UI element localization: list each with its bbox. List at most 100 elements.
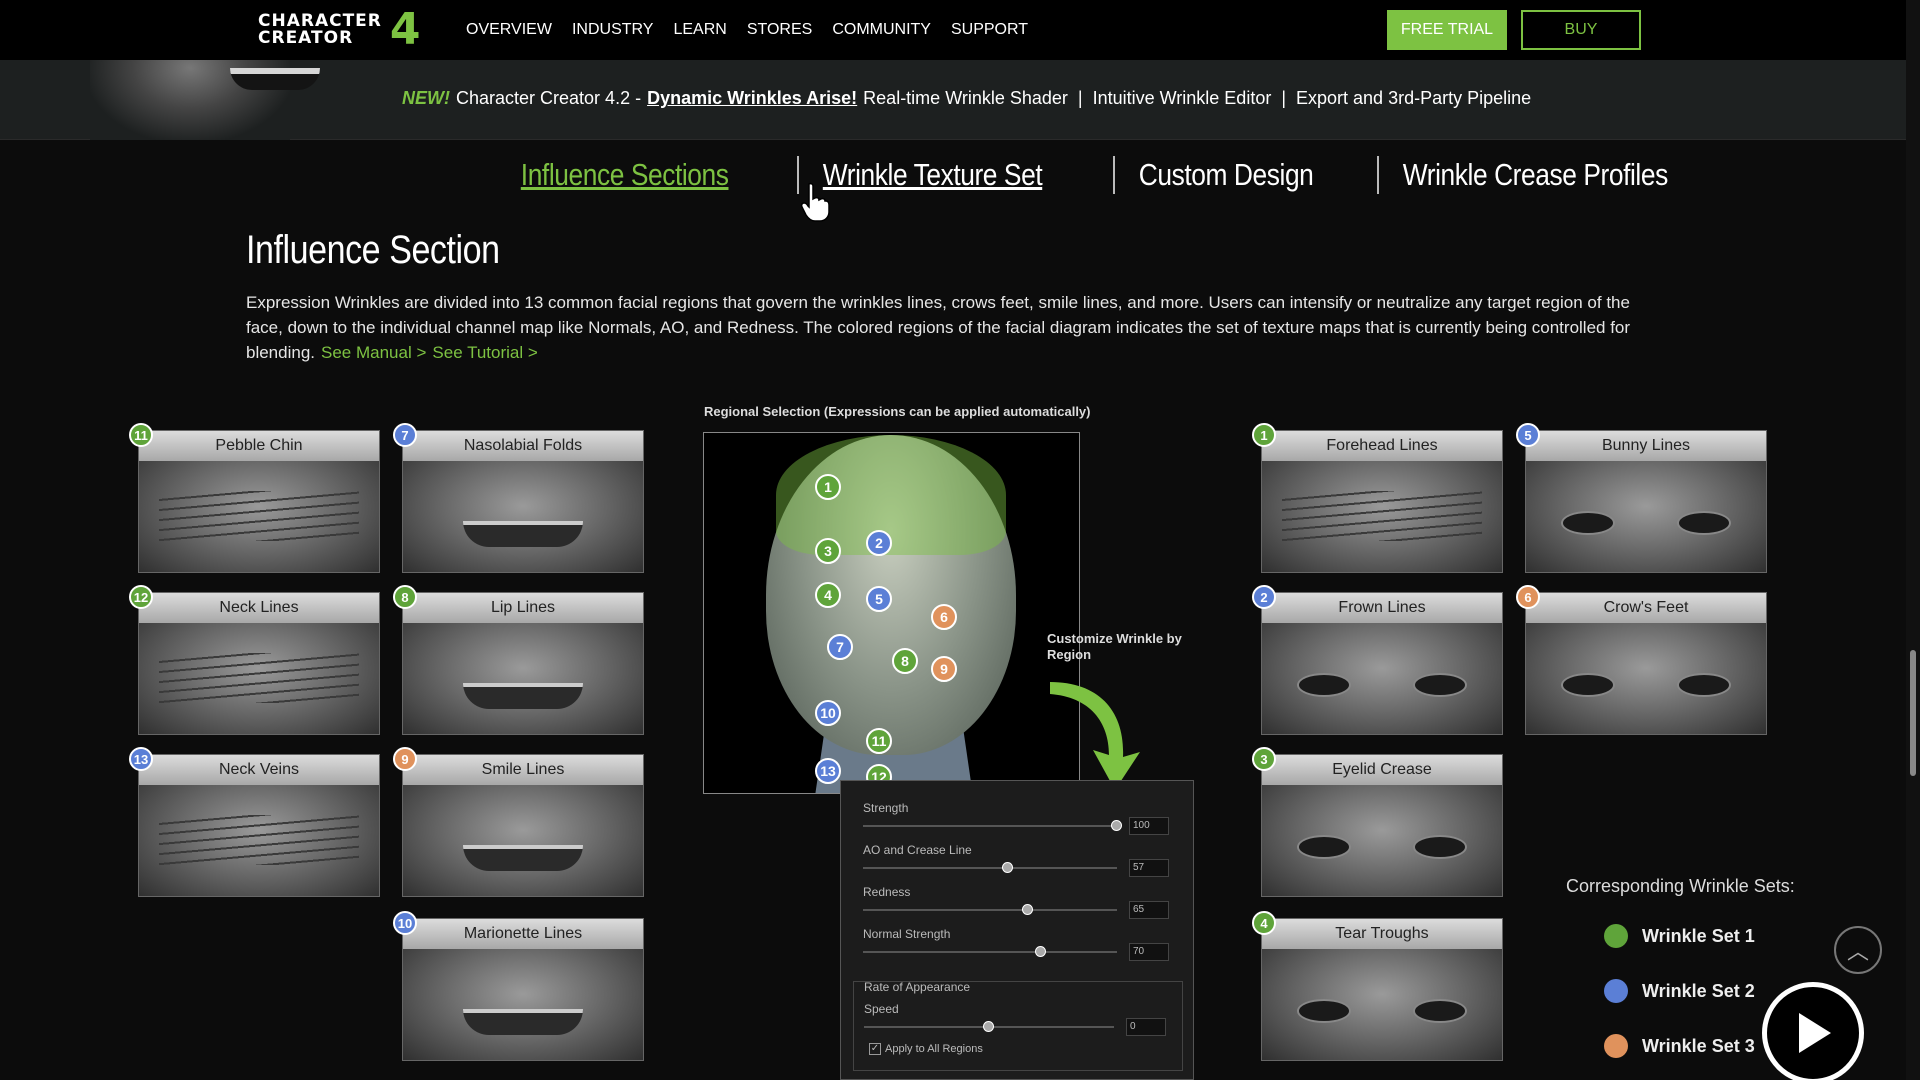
region-card-eyelid-crease[interactable]: Eyelid Crease	[1261, 754, 1503, 897]
slider-row: Normal Strength 70	[863, 927, 1183, 961]
play-icon	[1799, 1013, 1831, 1053]
logo-line-2: CREATOR	[258, 28, 354, 48]
region-number-badge: 1	[1252, 423, 1276, 447]
tab-wrinkle-texture-set[interactable]: Wrinkle Texture Set	[799, 157, 1066, 193]
region-card-lip-lines[interactable]: Lip Lines	[402, 592, 644, 735]
speed-value-field[interactable]: 0	[1126, 1018, 1166, 1036]
face-region-marker[interactable]: 5	[866, 586, 892, 612]
scrollbar-thumb[interactable]	[1910, 650, 1916, 776]
region-number-badge: 2	[1252, 585, 1276, 609]
nav-support[interactable]: SUPPORT	[951, 21, 1028, 39]
region-card-forehead-lines[interactable]: Forehead Lines	[1261, 430, 1503, 573]
region-card-frown-lines[interactable]: Frown Lines	[1261, 592, 1503, 735]
nav-community[interactable]: COMMUNITY	[832, 21, 931, 39]
slider-label: AO and Crease Line	[863, 843, 972, 857]
back-to-top-button[interactable]: ︿	[1834, 926, 1882, 974]
logo[interactable]: CHARACTER CREATOR 4	[258, 8, 421, 52]
region-card-image	[139, 623, 379, 734]
main-menu: OVERVIEW INDUSTRY LEARN STORES COMMUNITY…	[466, 0, 1028, 60]
tab-custom-design[interactable]: Custom Design	[1115, 157, 1337, 193]
nav-industry[interactable]: INDUSTRY	[572, 21, 654, 39]
page-scrollbar[interactable]	[1906, 0, 1920, 1080]
region-card-neck-lines[interactable]: Neck Lines	[138, 592, 380, 735]
slider-handle[interactable]	[1034, 946, 1046, 957]
face-region-marker[interactable]: 10	[815, 700, 841, 726]
banner-link[interactable]: Dynamic Wrinkles Arise!	[647, 88, 857, 109]
checkbox-check-icon: ✓	[869, 1043, 881, 1055]
region-card-image	[1262, 461, 1502, 572]
slider-value-field[interactable]: 100	[1129, 817, 1169, 835]
region-card-title: Marionette Lines	[403, 919, 643, 949]
region-card-pebble-chin[interactable]: Pebble Chin	[138, 430, 380, 573]
legend-dot-icon	[1604, 979, 1628, 1003]
rate-of-appearance-label: Rate of Appearance	[864, 980, 971, 994]
region-card-image	[403, 623, 643, 734]
diagram-label: Regional Selection (Expressions can be a…	[704, 404, 1091, 419]
slider-row: Redness 65	[863, 885, 1183, 919]
region-number-badge: 12	[129, 585, 153, 609]
nav-stores[interactable]: STORES	[747, 21, 813, 39]
region-card-crow-s-feet[interactable]: Crow's Feet	[1525, 592, 1767, 735]
region-card-tear-troughs[interactable]: Tear Troughs	[1261, 918, 1503, 1061]
wrinkle-settings-panel: Strength 100 AO and Crease Line 57 Redness 65…	[840, 780, 1194, 1080]
slider-track[interactable]	[863, 825, 1117, 827]
face-region-marker[interactable]: 4	[815, 582, 841, 608]
face-region-marker[interactable]: 8	[892, 648, 918, 674]
face-region-marker[interactable]: 6	[931, 604, 957, 630]
face-region-marker[interactable]: 9	[931, 656, 957, 682]
face-region-marker[interactable]: 2	[866, 530, 892, 556]
see-manual-link[interactable]: See Manual >	[321, 343, 426, 362]
region-card-image	[1526, 623, 1766, 734]
region-number-badge: 6	[1516, 585, 1540, 609]
speed-label: Speed	[864, 1002, 899, 1016]
slider-track[interactable]	[863, 867, 1117, 869]
region-number-badge: 13	[129, 747, 153, 771]
region-card-smile-lines[interactable]: Smile Lines	[402, 754, 644, 897]
speed-slider-handle[interactable]	[983, 1021, 994, 1032]
nav-overview[interactable]: OVERVIEW	[466, 21, 552, 39]
slider-value-field[interactable]: 57	[1129, 859, 1169, 877]
face-region-marker[interactable]: 7	[827, 634, 853, 660]
region-card-neck-veins[interactable]: Neck Veins	[138, 754, 380, 897]
slider-value-field[interactable]: 65	[1129, 901, 1169, 919]
legend-item: Wrinkle Set 3	[1604, 1034, 1755, 1058]
region-card-nasolabial-folds[interactable]: Nasolabial Folds	[402, 430, 644, 573]
region-card-marionette-lines[interactable]: Marionette Lines	[402, 918, 644, 1061]
free-trial-button[interactable]: FREE TRIAL	[1387, 10, 1507, 50]
region-card-title: Pebble Chin	[139, 431, 379, 461]
slider-handle[interactable]	[1022, 904, 1034, 915]
buy-button[interactable]: BUY	[1521, 10, 1641, 50]
tab-influence-sections[interactable]: Influence Sections	[497, 157, 752, 193]
face-region-marker[interactable]: 13	[815, 758, 841, 784]
play-video-button[interactable]	[1762, 982, 1864, 1080]
legend-dot-icon	[1604, 1034, 1628, 1058]
face-region-marker[interactable]: 3	[815, 538, 841, 564]
slider-label: Strength	[863, 801, 909, 815]
slider-handle[interactable]	[1111, 820, 1122, 831]
region-card-bunny-lines[interactable]: Bunny Lines	[1525, 430, 1767, 573]
region-card-title: Neck Veins	[139, 755, 379, 785]
nav-learn[interactable]: LEARN	[673, 21, 726, 39]
region-number-badge: 9	[393, 747, 417, 771]
region-card-image	[1262, 785, 1502, 896]
slider-value-field[interactable]: 70	[1129, 943, 1169, 961]
region-card-title: Crow's Feet	[1526, 593, 1766, 623]
tab-wrinkle-crease-profiles[interactable]: Wrinkle Crease Profiles	[1379, 157, 1692, 193]
slider-track[interactable]	[863, 951, 1117, 953]
face-diagram: 1 2 3 4 5 6 7 8 9 10 11 12 13	[703, 432, 1080, 794]
slider-row: AO and Crease Line 57	[863, 843, 1183, 877]
region-number-badge: 10	[393, 911, 417, 935]
speed-slider-row: Speed 0	[864, 1002, 1184, 1036]
legend-label: Wrinkle Set 3	[1642, 1035, 1755, 1056]
region-card-title: Frown Lines	[1262, 593, 1502, 623]
slider-handle[interactable]	[1001, 862, 1013, 873]
legend-title: Corresponding Wrinkle Sets:	[1566, 876, 1795, 896]
region-card-image	[403, 949, 643, 1060]
green-arrow-icon	[1050, 682, 1140, 790]
slider-track[interactable]	[863, 909, 1117, 911]
apply-all-regions-checkbox[interactable]: ✓ Apply to All Regions	[869, 1043, 983, 1055]
face-region-marker[interactable]: 1	[815, 474, 841, 500]
face-region-marker[interactable]: 11	[866, 728, 892, 754]
slider-row: Strength 100	[863, 801, 1183, 835]
see-tutorial-link[interactable]: See Tutorial >	[432, 343, 537, 362]
